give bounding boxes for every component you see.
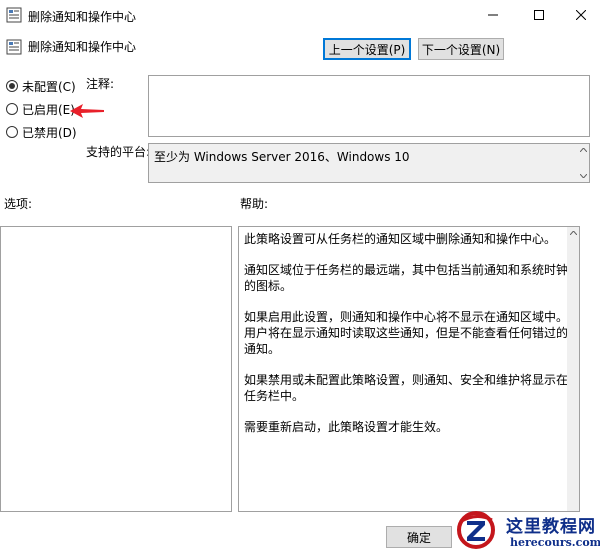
radio-not-configured[interactable]: 未配置(C) <box>6 78 76 94</box>
policy-icon <box>6 7 22 23</box>
platform-value: 至少为 Windows Server 2016、Windows 10 <box>154 150 410 164</box>
close-icon <box>576 10 586 20</box>
help-paragraph: 此策略设置可从任务栏的通知区域中删除通知和操作中心。 <box>244 232 557 246</box>
window-title: 删除通知和操作中心 <box>28 10 137 24</box>
radio-circle-checked <box>6 80 18 92</box>
help-paragraph: 如果禁用或未配置此策略设置，则通知、安全和维护将显示在任务栏中。 <box>244 373 569 403</box>
comment-textarea[interactable] <box>148 75 590 137</box>
minimize-button[interactable] <box>470 0 516 30</box>
next-setting-button[interactable]: 下一个设置(N) <box>418 38 504 60</box>
help-panel: 此策略设置可从任务栏的通知区域中删除通知和操作中心。 通知区域位于任务栏的最远端… <box>238 226 580 512</box>
minimize-icon <box>488 14 498 16</box>
help-paragraph: 如果启用此设置，则通知和操作中心将不显示在通知区域中。用户将在显示通知时读取这些… <box>244 310 569 356</box>
title-bar: 删除通知和操作中心 <box>0 0 600 30</box>
platform-label: 支持的平台: <box>86 145 151 159</box>
policy-setting-icon <box>6 39 22 55</box>
help-paragraph: 通知区域位于任务栏的最远端，其中包括当前通知和系统时钟的图标。 <box>244 263 569 293</box>
scroll-up-icon[interactable] <box>577 144 589 156</box>
radio-label: 未配置(C) <box>22 79 76 94</box>
radio-circle <box>6 126 18 138</box>
options-panel <box>0 226 232 512</box>
close-button[interactable] <box>558 0 600 30</box>
previous-setting-button[interactable]: 上一个设置(P) <box>323 38 411 60</box>
annotation-arrow-icon <box>70 104 104 118</box>
watermark-logo-icon <box>457 511 495 549</box>
radio-label: 已禁用(D) <box>22 125 77 140</box>
platform-field: 至少为 Windows Server 2016、Windows 10 <box>148 143 590 183</box>
radio-circle <box>6 103 18 115</box>
comment-label: 注释: <box>86 77 115 91</box>
watermark: 这里教程网 herecours.com <box>452 508 600 553</box>
platform-scrollbar[interactable] <box>577 144 589 182</box>
help-label: 帮助: <box>240 197 269 211</box>
options-label: 选项: <box>4 197 33 211</box>
radio-disabled[interactable]: 已禁用(D) <box>6 124 77 140</box>
policy-name: 删除通知和操作中心 <box>28 40 137 54</box>
watermark-url: herecours.com <box>510 536 600 549</box>
radio-enabled[interactable]: 已启用(E) <box>6 101 75 117</box>
scroll-up-icon[interactable] <box>567 227 579 239</box>
scroll-down-icon[interactable] <box>577 170 589 182</box>
maximize-icon <box>534 10 544 20</box>
help-scrollbar[interactable] <box>567 227 579 511</box>
maximize-button[interactable] <box>516 0 562 30</box>
radio-label: 已启用(E) <box>22 102 75 117</box>
watermark-title: 这里教程网 <box>506 517 596 537</box>
help-paragraph: 需要重新启动，此策略设置才能生效。 <box>244 420 449 434</box>
ok-button[interactable]: 确定 <box>386 526 452 548</box>
